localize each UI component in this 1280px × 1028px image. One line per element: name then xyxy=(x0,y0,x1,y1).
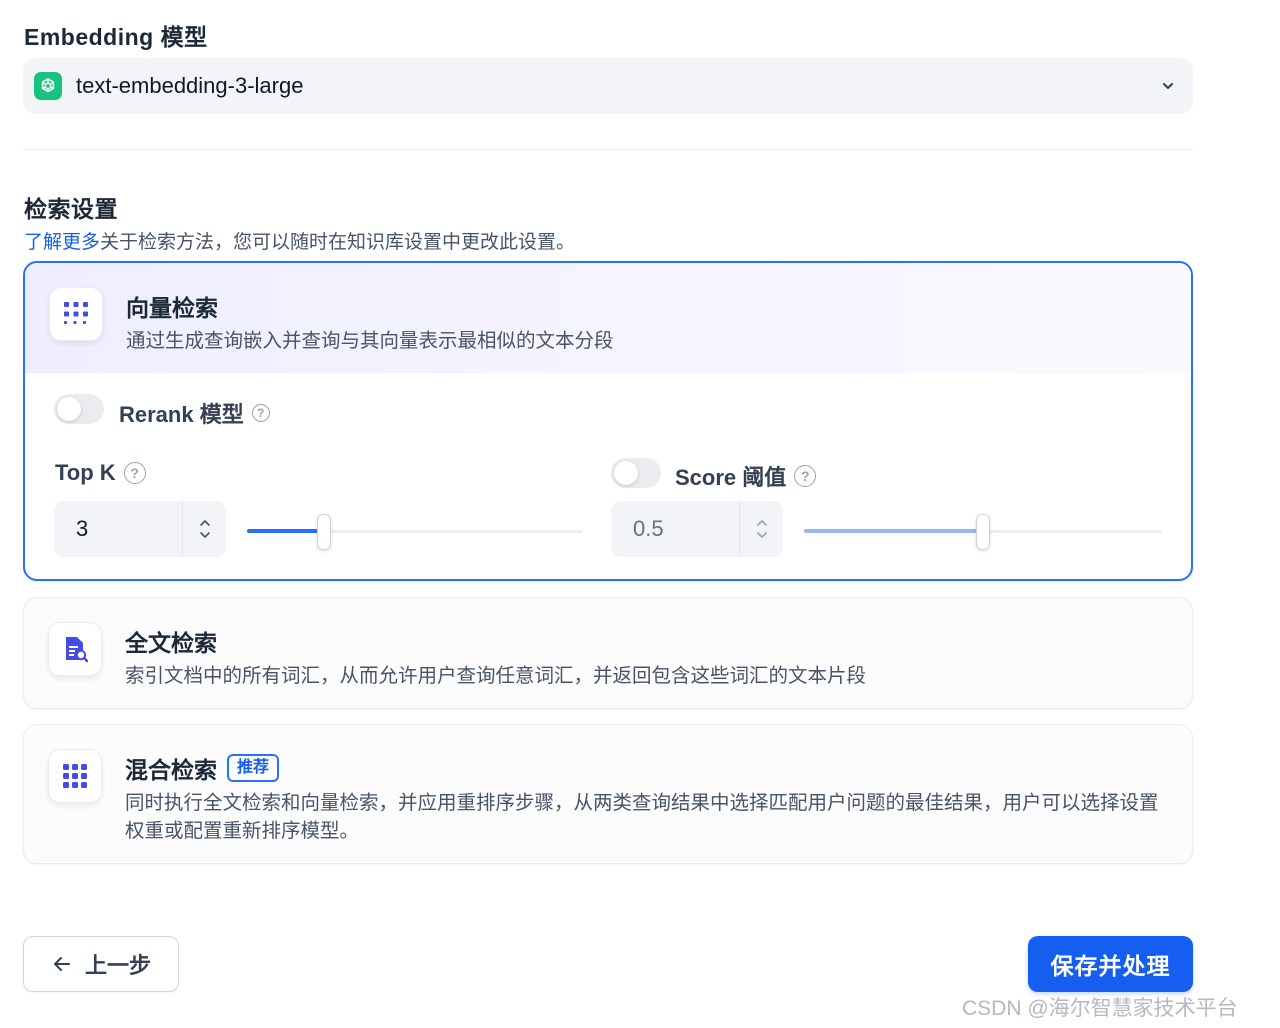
back-button-label: 上一步 xyxy=(84,953,151,978)
help-icon[interactable]: ? xyxy=(251,404,270,422)
rerank-toggle[interactable] xyxy=(54,394,104,424)
rerank-label: Rerank 模型 ? xyxy=(119,397,270,429)
embedding-section-title: Embedding 模型 xyxy=(24,24,208,50)
score-label-text: Score 阈值 xyxy=(675,465,787,490)
hybrid-search-title-text: 混合检索 xyxy=(125,757,217,783)
score-toggle[interactable] xyxy=(611,458,661,488)
top-k-label: Top K ? xyxy=(55,460,146,486)
score-label: Score 阈值 ? xyxy=(675,460,817,492)
learn-more-link[interactable]: 了解更多 xyxy=(24,232,100,253)
hybrid-grid-icon xyxy=(48,749,102,803)
score-value[interactable]: 0.5 xyxy=(611,516,739,542)
chevron-down-icon[interactable] xyxy=(756,531,768,539)
chevron-down-icon[interactable] xyxy=(1157,75,1179,97)
vector-search-title-text: 向量检索 xyxy=(126,295,218,321)
chevron-up-icon[interactable] xyxy=(756,519,768,527)
vector-search-title: 向量检索 xyxy=(126,289,218,323)
rerank-label-text: Rerank 模型 xyxy=(119,402,244,427)
fulltext-search-description: 索引文档中的所有词汇，从而允许用户查询任意词汇，并返回包含这些词汇的文本片段 xyxy=(125,665,867,687)
score-input[interactable]: 0.5 xyxy=(611,501,783,557)
help-icon[interactable]: ? xyxy=(123,462,146,484)
slider-fill xyxy=(247,529,324,533)
vector-search-description: 通过生成查询嵌入并查询与其向量表示最相似的文本分段 xyxy=(126,330,614,352)
back-button[interactable]: 上一步 xyxy=(23,936,179,992)
retrieval-description: 了解更多关于检索方法，您可以随时在知识库设置中更改此设置。 xyxy=(24,227,575,254)
vector-grid-icon xyxy=(49,287,103,341)
hybrid-search-title: 混合检索 推荐 xyxy=(125,751,280,785)
chevron-down-icon[interactable] xyxy=(199,531,211,539)
top-k-value[interactable]: 3 xyxy=(54,516,182,542)
score-stepper[interactable] xyxy=(739,501,783,557)
top-k-stepper[interactable] xyxy=(182,501,226,557)
document-search-icon xyxy=(48,622,102,676)
recommended-badge: 推荐 xyxy=(227,754,280,782)
chevron-up-icon[interactable] xyxy=(199,519,211,527)
openai-logo-icon xyxy=(34,72,62,100)
embedding-model-select[interactable]: text-embedding-3-large xyxy=(23,58,1193,114)
top-k-input[interactable]: 3 xyxy=(54,501,226,557)
section-divider xyxy=(23,149,1193,150)
hybrid-search-card[interactable]: 混合检索 推荐 同时执行全文检索和向量检索，并应用重排序步骤，从两类查询结果中选… xyxy=(23,724,1193,864)
arrow-left-icon xyxy=(53,957,70,971)
slider-thumb[interactable] xyxy=(317,514,331,550)
csdn-watermark: CSDN @海尔智慧家技术平台 xyxy=(962,997,1238,1020)
help-icon[interactable]: ? xyxy=(794,465,817,487)
hybrid-search-description: 同时执行全文检索和向量检索，并应用重排序步骤，从两类查询结果中选择匹配用户问题的… xyxy=(125,792,1159,842)
slider-thumb[interactable] xyxy=(976,514,990,550)
top-k-label-text: Top K xyxy=(55,460,116,485)
vector-search-card[interactable]: 向量检索 通过生成查询嵌入并查询与其向量表示最相似的文本分段 Rerank 模型… xyxy=(23,261,1193,581)
top-k-slider[interactable] xyxy=(247,514,582,550)
score-slider[interactable] xyxy=(804,514,1162,550)
fulltext-search-card[interactable]: 全文检索 索引文档中的所有词汇，从而允许用户查询任意词汇，并返回包含这些词汇的文… xyxy=(23,597,1193,709)
save-and-process-button[interactable]: 保存并处理 xyxy=(1028,936,1193,992)
slider-fill xyxy=(804,529,983,533)
retrieval-section-title: 检索设置 xyxy=(24,196,118,222)
fulltext-search-title: 全文检索 xyxy=(125,624,217,658)
vector-search-header[interactable]: 向量检索 通过生成查询嵌入并查询与其向量表示最相似的文本分段 xyxy=(25,263,1191,373)
retrieval-description-text: 关于检索方法，您可以随时在知识库设置中更改此设置。 xyxy=(100,232,576,253)
fulltext-search-title-text: 全文检索 xyxy=(125,630,217,656)
selected-model-name: text-embedding-3-large xyxy=(76,73,304,98)
